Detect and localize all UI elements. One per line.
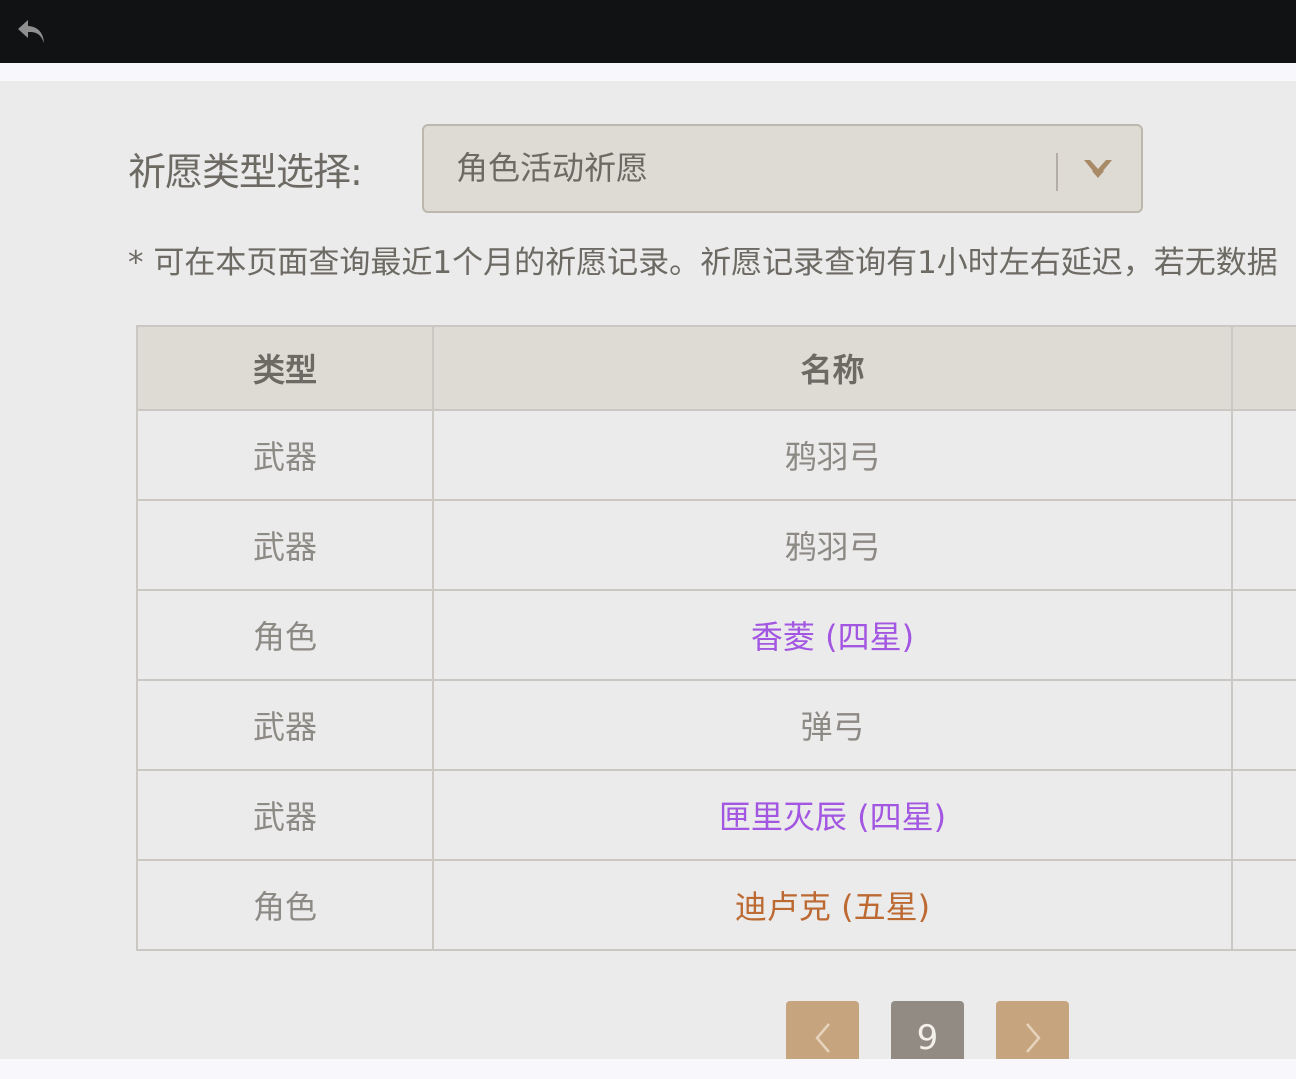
row-type-cell: 角色 — [136, 859, 434, 951]
notice-text: * 可在本页面查询最近1个月的祈愿记录。祈愿记录查询有1小时左右延迟，若无数据 — [128, 245, 1278, 281]
table-row: 角色 迪卢克 (五星) — [136, 859, 1296, 951]
row-name-cell: 香菱 (四星) — [432, 589, 1233, 681]
back-button[interactable] — [10, 10, 54, 54]
table-row: 武器 鸦羽弓 — [136, 499, 1296, 591]
row-type-cell: 武器 — [136, 409, 434, 501]
top-bar — [0, 0, 1296, 63]
row-name-cell: 鸦羽弓 — [432, 409, 1233, 501]
chevron-left-icon — [814, 1023, 830, 1053]
table-row: 武器 匣里灭辰 (四星) — [136, 769, 1296, 861]
table-row: 武器 鸦羽弓 — [136, 409, 1296, 501]
prev-page-button[interactable] — [786, 1001, 859, 1059]
back-arrow-icon — [18, 20, 44, 43]
column-header-name: 名称 — [432, 325, 1233, 411]
row-extra-cell — [1231, 589, 1296, 681]
wish-type-selected: 角色活动祈愿 — [456, 149, 649, 187]
next-page-button[interactable] — [996, 1001, 1069, 1059]
column-header-time — [1231, 325, 1296, 411]
table-row: 角色 香菱 (四星) — [136, 589, 1296, 681]
current-page-indicator: 9 — [891, 1001, 964, 1059]
row-name-cell: 迪卢克 (五星) — [432, 859, 1233, 951]
row-extra-cell — [1231, 769, 1296, 861]
row-extra-cell — [1231, 679, 1296, 771]
row-extra-cell — [1231, 859, 1296, 951]
row-type-cell: 武器 — [136, 769, 434, 861]
column-header-type: 类型 — [136, 325, 434, 411]
dropdown-divider — [1056, 153, 1058, 191]
row-type-cell: 角色 — [136, 589, 434, 681]
wish-history-panel: 祈愿类型选择: 角色活动祈愿 * 可在本页面查询最近1个月的祈愿记录。祈愿记录查… — [0, 81, 1296, 1059]
table-header-row: 类型 名称 — [136, 325, 1296, 411]
chevron-right-icon — [1025, 1023, 1041, 1053]
row-extra-cell — [1231, 409, 1296, 501]
row-name-cell: 弹弓 — [432, 679, 1233, 771]
row-type-cell: 武器 — [136, 499, 434, 591]
row-type-cell: 武器 — [136, 679, 434, 771]
row-name-cell: 匣里灭辰 (四星) — [432, 769, 1233, 861]
chevron-down-icon — [1084, 160, 1112, 178]
wish-type-label: 祈愿类型选择: — [128, 150, 363, 194]
table-row: 武器 弹弓 — [136, 679, 1296, 771]
wish-records-table: 类型 名称 武器 鸦羽弓 武器 鸦羽弓 角色 香菱 (四星) 武器 弹弓 武器 … — [136, 325, 1296, 951]
wish-type-dropdown[interactable]: 角色活动祈愿 — [422, 124, 1143, 213]
row-name-cell: 鸦羽弓 — [432, 499, 1233, 591]
row-extra-cell — [1231, 499, 1296, 591]
